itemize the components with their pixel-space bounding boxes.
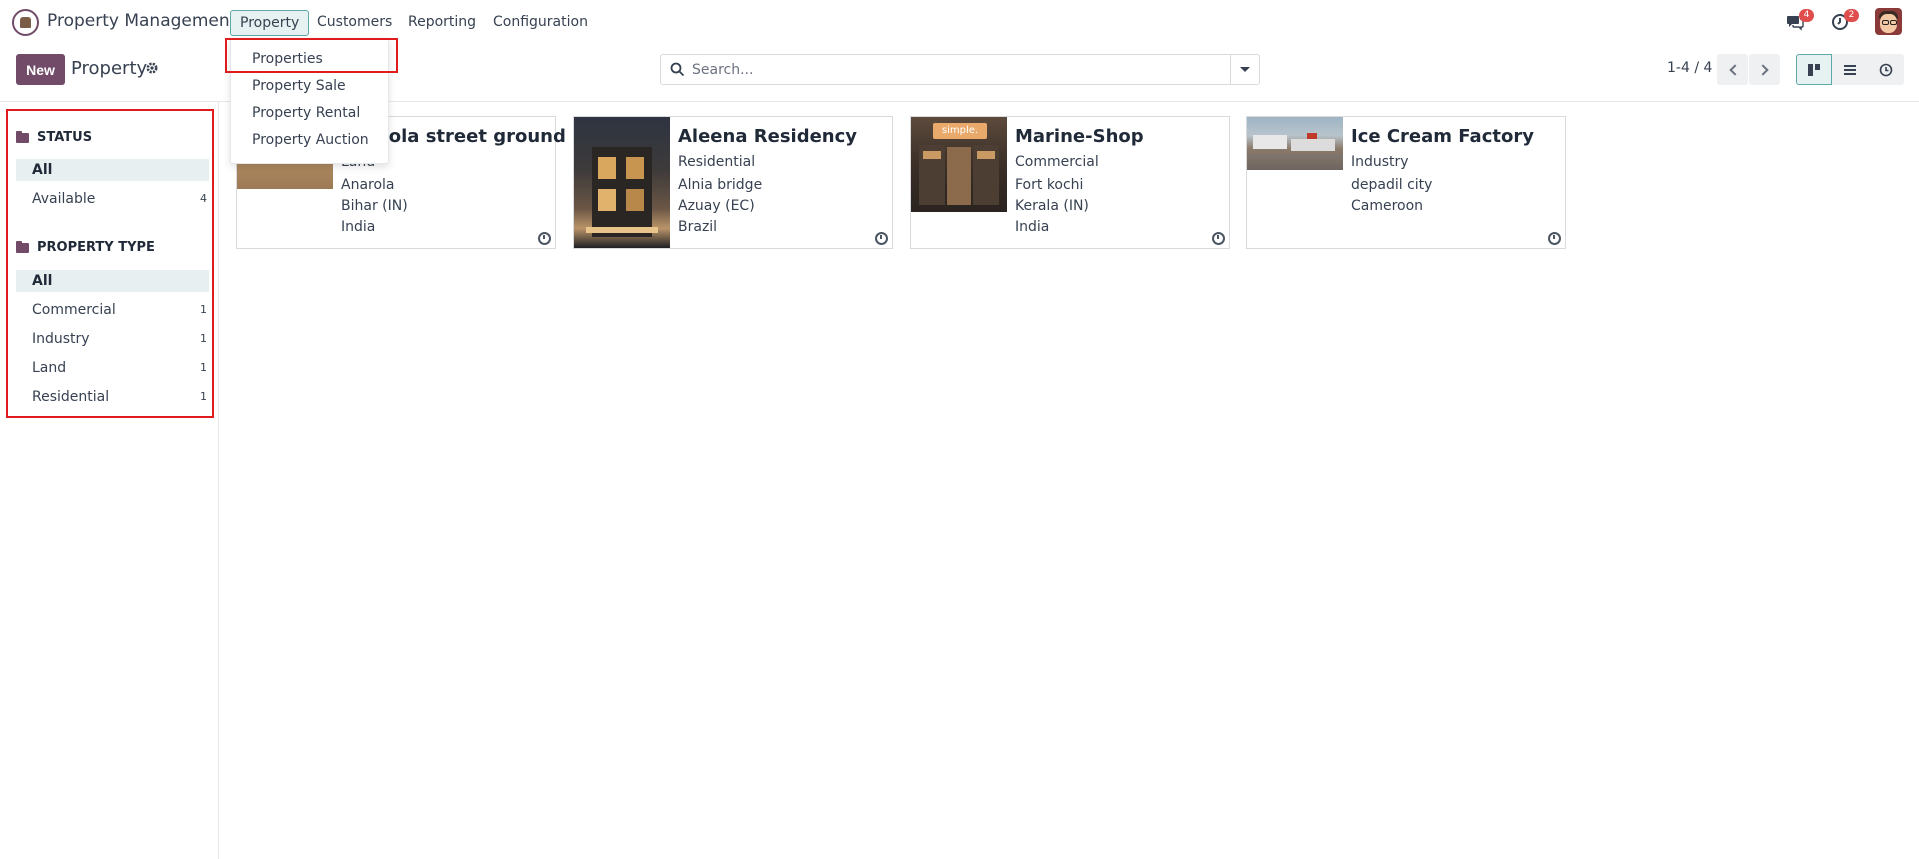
dropdown-item-property-rental[interactable]: Property Rental — [252, 105, 360, 121]
card-country: Brazil — [678, 219, 718, 235]
messages-icon[interactable]: 4 — [1786, 9, 1814, 31]
list-view-button[interactable] — [1832, 54, 1868, 85]
card-street: Fort kochi — [1015, 177, 1084, 193]
card-city: depadil city — [1351, 177, 1433, 193]
card-country: India — [1015, 219, 1050, 235]
kanban-view-button[interactable] — [1796, 54, 1832, 85]
dropdown-item-property-sale[interactable]: Property Sale — [252, 78, 346, 94]
card-title: Marine-Shop — [1015, 126, 1144, 147]
kanban-icon — [1808, 63, 1820, 76]
sidebar-highlight-box — [6, 109, 214, 418]
activity-view-button[interactable] — [1868, 54, 1904, 85]
gear-icon[interactable] — [145, 61, 159, 75]
card-state: Bihar (IN) — [341, 198, 408, 214]
dropdown-item-property-auction[interactable]: Property Auction — [252, 132, 369, 148]
kanban-card[interactable]: Ice Cream Factory Industry depadil city … — [1246, 116, 1566, 249]
card-title: Ice Cream Factory — [1351, 126, 1534, 147]
avatar-glasses-right — [1890, 20, 1897, 25]
card-property-type: Commercial — [1015, 154, 1099, 170]
activity-clock-icon[interactable] — [538, 232, 551, 245]
pager-previous-button[interactable] — [1717, 54, 1748, 85]
app-name[interactable]: Property Management — [47, 11, 236, 31]
pager-value[interactable]: 1-4 / 4 — [1667, 60, 1712, 76]
new-button[interactable]: New — [16, 54, 65, 85]
card-state: Azuay (EC) — [678, 198, 755, 214]
sidebar-divider — [218, 102, 219, 859]
user-avatar[interactable] — [1875, 8, 1902, 35]
card-street: Alnia bridge — [678, 177, 763, 193]
menu-reporting[interactable]: Reporting — [399, 10, 485, 36]
activity-clock-icon[interactable] — [1212, 232, 1225, 245]
activity-clock-icon[interactable] — [875, 232, 888, 245]
messages-badge: 4 — [1799, 9, 1814, 22]
card-country: Cameroon — [1351, 198, 1424, 214]
card-street: Anarola — [341, 177, 395, 193]
search-input[interactable] — [692, 58, 1227, 81]
properties-highlight-box — [225, 38, 398, 73]
chevron-right-icon — [1756, 63, 1769, 76]
search-icon — [670, 62, 685, 77]
card-state: Kerala (IN) — [1015, 198, 1089, 214]
activities-clock-icon[interactable]: 2 — [1831, 9, 1859, 31]
card-property-type: Residential — [678, 154, 756, 170]
activity-clock-icon[interactable] — [1548, 232, 1561, 245]
clock-icon — [1879, 63, 1893, 76]
list-icon — [1844, 64, 1856, 75]
pager-next-button[interactable] — [1749, 54, 1780, 85]
card-image — [1247, 117, 1343, 170]
avatar-glasses-left — [1882, 20, 1889, 25]
page-title: Property — [71, 58, 148, 79]
card-property-type: Industry — [1351, 154, 1409, 170]
chevron-left-icon — [1728, 63, 1741, 76]
activities-badge: 2 — [1844, 9, 1859, 22]
card-country: India — [341, 219, 376, 235]
kanban-card[interactable]: simple. Marine-Shop Commercial Fort koch… — [910, 116, 1230, 249]
menu-property[interactable]: Property — [230, 10, 310, 36]
menu-customers[interactable]: Customers — [308, 10, 401, 36]
search-options-toggle[interactable] — [1230, 55, 1259, 84]
card-title: Aleena Residency — [678, 126, 858, 147]
app-logo-icon[interactable] — [12, 9, 39, 36]
card-image: simple. — [911, 117, 1007, 212]
menu-configuration[interactable]: Configuration — [484, 10, 597, 36]
kanban-card[interactable]: Aleena Residency Residential Alnia bridg… — [573, 116, 893, 249]
card-image — [574, 117, 670, 248]
